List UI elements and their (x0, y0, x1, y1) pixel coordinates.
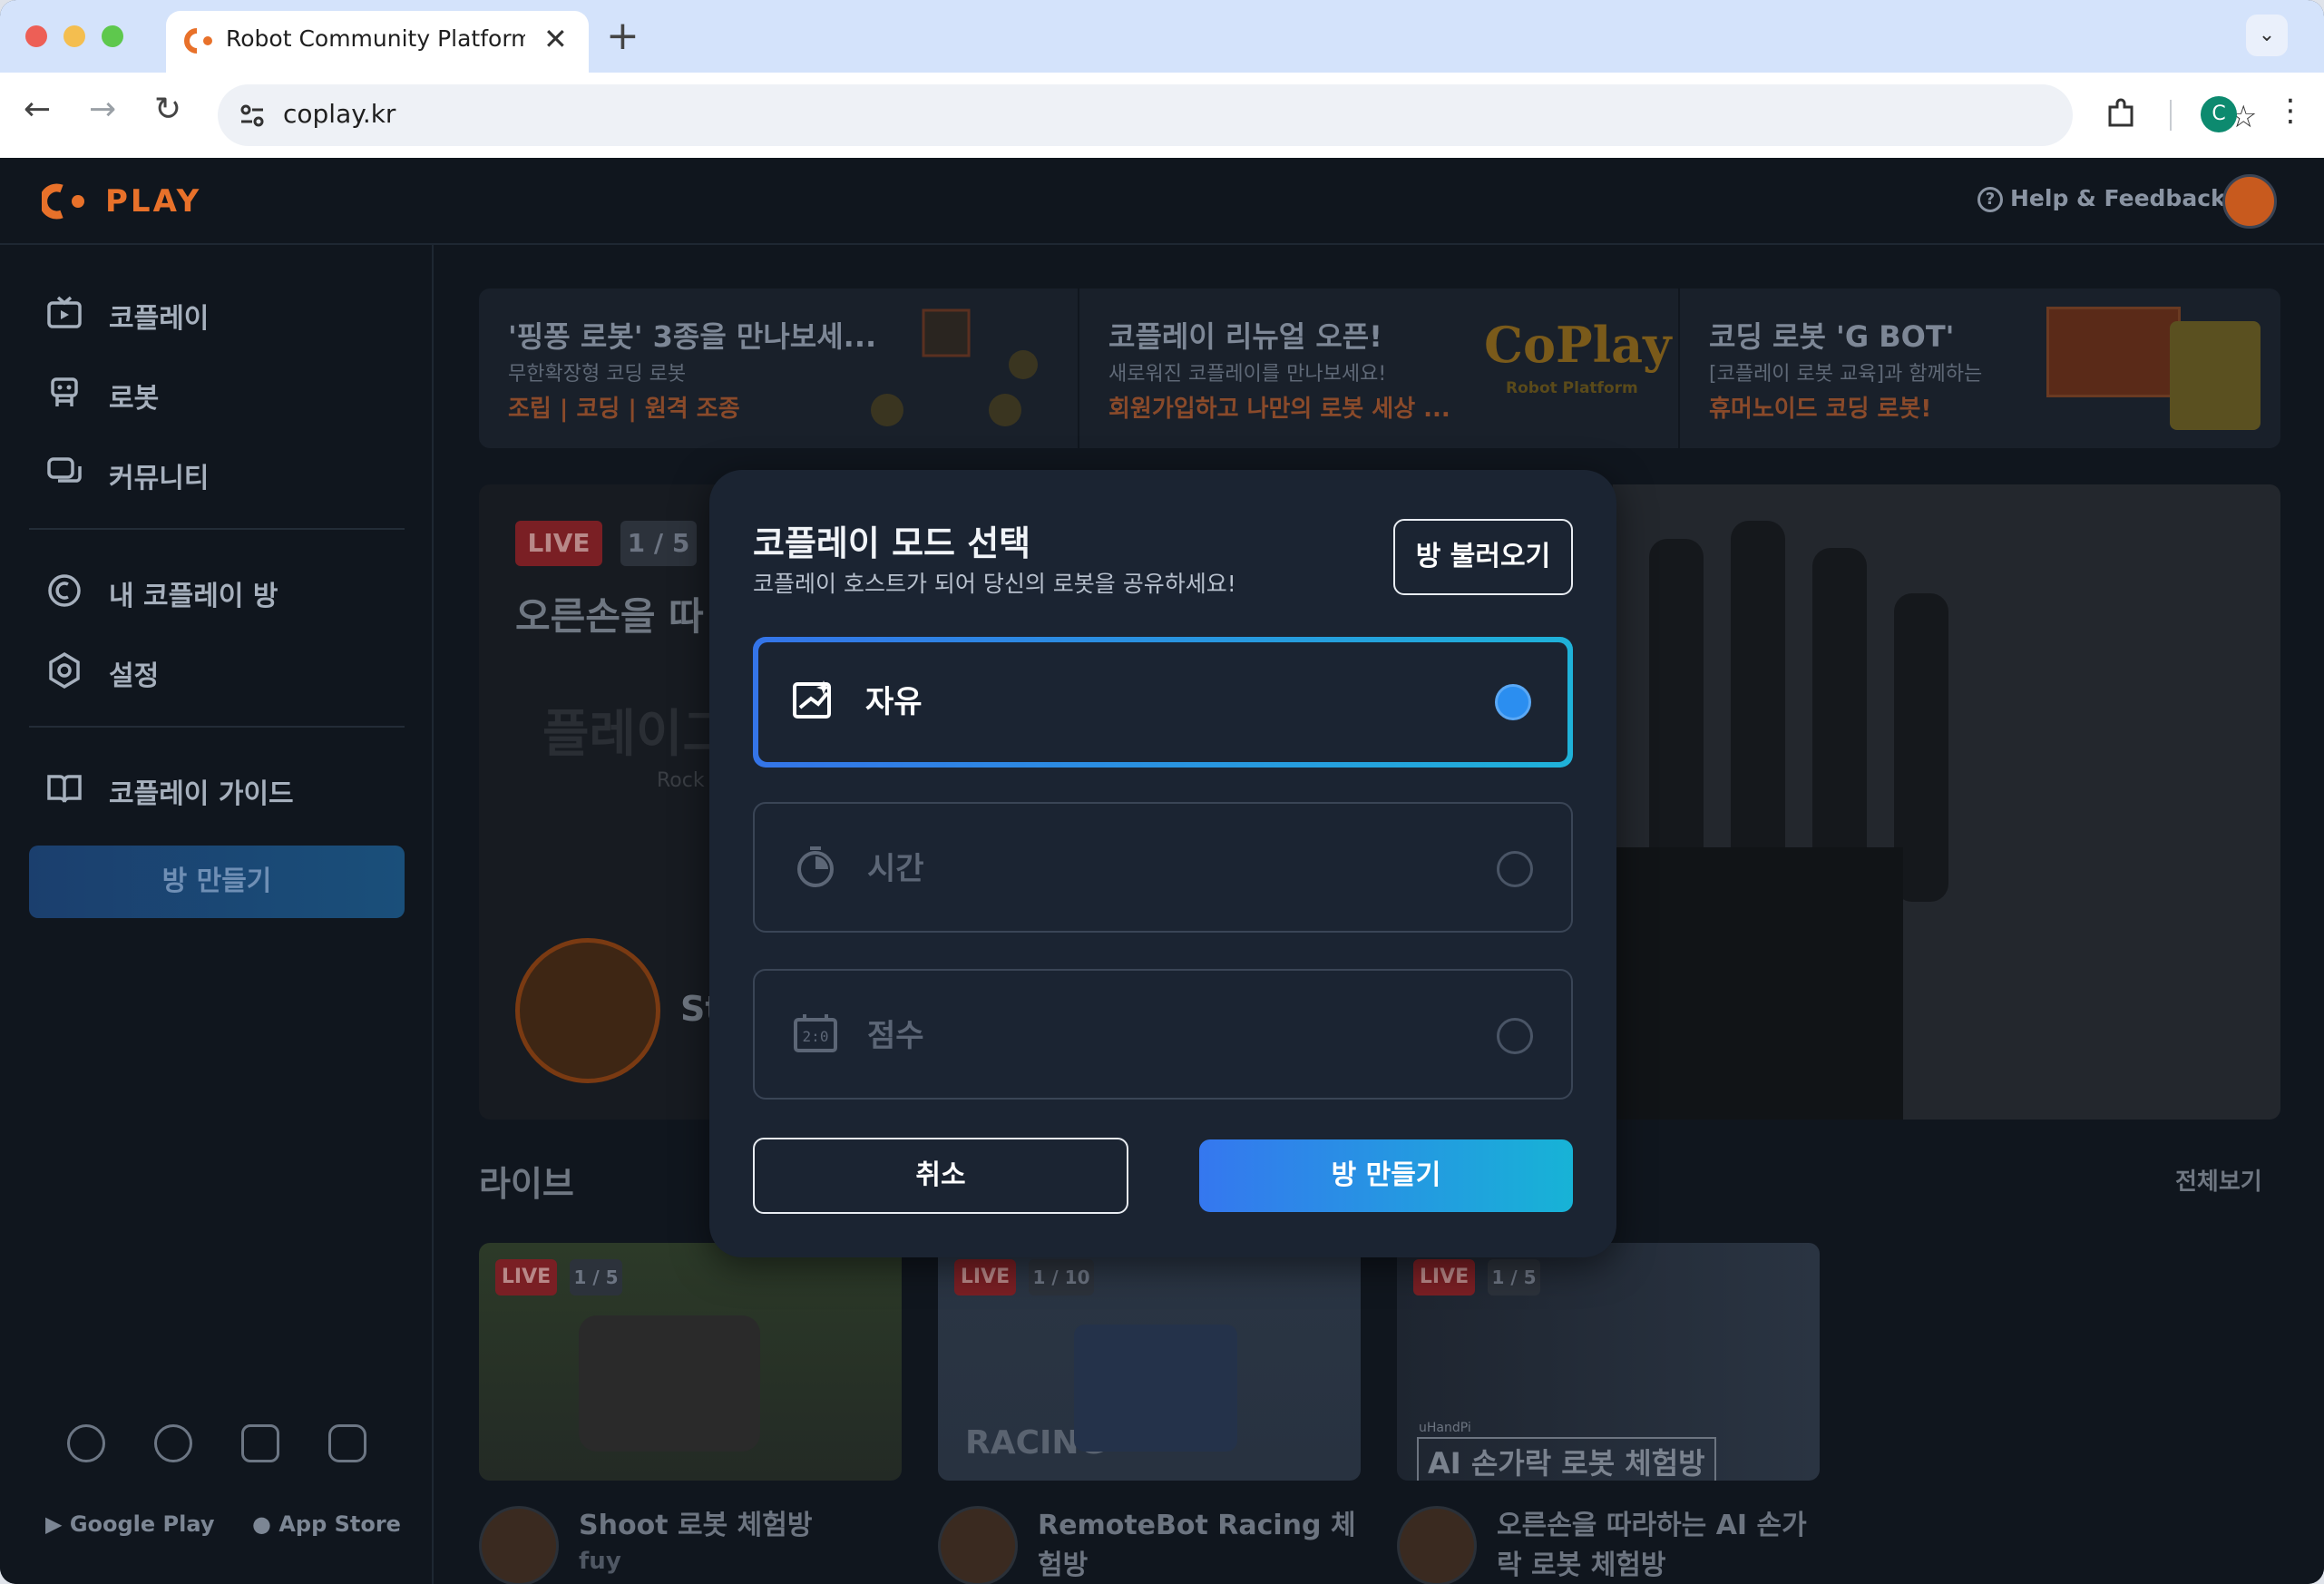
coplay-banner-logo: CoPlay (1484, 316, 1672, 374)
sidebar-item-settings[interactable]: 설정 (45, 648, 408, 693)
mode-option-score[interactable]: 2:0 점수 (753, 969, 1573, 1100)
toolbar-separator (2170, 100, 2172, 131)
robot-hand-image (1613, 484, 2280, 1120)
racing-robot-image (1074, 1325, 1237, 1452)
host-avatar (479, 1506, 559, 1584)
tab-title: Robot Community Platform - C (226, 25, 525, 52)
user-avatar[interactable] (2222, 174, 2277, 229)
browser-window: Robot Community Platform - C ✕ + ⌄ ← → ↻… (0, 0, 2324, 1584)
browser-toolbar: ← → ↻ coplay.kr ☆ C ⋮ (0, 73, 2324, 158)
browser-menu-icon[interactable]: ⋮ (2275, 93, 2306, 129)
browser-tab[interactable]: Robot Community Platform - C ✕ (166, 11, 589, 73)
host-avatar (1397, 1506, 1477, 1584)
sidebar-create-room-button[interactable]: 방 만들기 (29, 846, 405, 918)
coplay-logo[interactable]: PLAY (42, 180, 214, 223)
room-thumbnail: LIVE 1 / 5 (479, 1243, 902, 1481)
coplay-favicon-icon (184, 28, 212, 54)
room-thumbnail: LIVE 1 / 5 uHandPi AI 손가락 로봇 체험방 (1397, 1243, 1820, 1481)
coplay-logo-icon (42, 183, 84, 220)
sidebar-item-robot[interactable]: 로봇 (45, 370, 408, 416)
sidebar-divider (29, 528, 405, 530)
shoot-robot-image (579, 1315, 760, 1452)
radio-unselected[interactable] (1497, 1018, 1533, 1054)
tab-strip: Robot Community Platform - C ✕ + ⌄ (0, 0, 2324, 73)
pingpong-robot-image (871, 308, 1038, 426)
minimize-window-button[interactable] (63, 25, 85, 47)
profile-avatar[interactable]: C (2201, 96, 2237, 132)
blog-icon[interactable] (67, 1424, 105, 1462)
gbot-robot-image (2170, 321, 2261, 430)
help-icon: ? (1977, 187, 2003, 212)
google-play-link[interactable]: ▶ Google Play (45, 1511, 214, 1537)
book-icon (47, 775, 82, 803)
sidebar-item-my-room[interactable]: 내 코플레이 방 (45, 568, 408, 613)
view-all-link[interactable]: 전체보기 (2175, 1163, 2262, 1197)
gear-icon (49, 651, 80, 689)
mode-select-modal: 코플레이 모드 선택 코플레이 호스트가 되어 당신의 로봇을 공유하세요! 방… (709, 470, 1616, 1257)
mode-option-time[interactable]: 시간 (753, 802, 1573, 933)
live-section-title: 라이브 (479, 1164, 574, 1204)
tab-close-icon[interactable]: ✕ (543, 22, 568, 56)
sidebar-divider (29, 726, 405, 728)
robot-hand-illustration (1613, 521, 1948, 1120)
facebook-icon[interactable] (154, 1424, 192, 1462)
hero-title: 오른손을 따 (515, 594, 704, 639)
gbot-banner-image (2046, 307, 2181, 397)
apple-icon: ● (252, 1511, 271, 1537)
viewer-count-badge: 1 / 5 (620, 521, 697, 566)
modal-title: 코플레이 모드 선택 (753, 523, 1031, 563)
cancel-button[interactable]: 취소 (753, 1138, 1128, 1214)
banner-card[interactable]: 코딩 로봇 'G BOT' [코플레이 로봇 교육]과 함께하는 휴머노이드 코… (1680, 288, 2280, 448)
load-room-button[interactable]: 방 불러오기 (1393, 519, 1573, 595)
youtube-icon[interactable] (241, 1424, 279, 1462)
sidebar: 코플레이 로봇 커뮤니티 내 코플레이 방 설정 코플레이 가이드 방 만들기 … (0, 245, 434, 1584)
tab-search-button[interactable]: ⌄ (2246, 15, 2288, 56)
extensions-icon[interactable] (2104, 98, 2137, 131)
sidebar-item-guide[interactable]: 코플레이 가이드 (45, 766, 408, 811)
mode-option-free[interactable]: 자유 (753, 637, 1573, 768)
back-icon[interactable]: ← (24, 91, 51, 128)
chat-icon (47, 457, 82, 483)
reload-icon[interactable]: ↻ (154, 91, 181, 128)
robot-icon (51, 377, 78, 406)
svg-text:2:0: 2:0 (803, 1028, 829, 1045)
coplay-room-icon (48, 574, 81, 607)
free-mode-icon (793, 680, 831, 719)
close-window-button[interactable] (25, 25, 47, 47)
promo-banner: '핑퐁 로봇' 3종을 만나보세... 무한확장형 코딩 로봇 조립 | 코딩 … (479, 288, 2280, 448)
radio-unselected[interactable] (1497, 851, 1533, 887)
sidebar-item-coplay[interactable]: 코플레이 (45, 290, 408, 336)
app-header: PLAY ? Help & Feedback (0, 158, 2324, 245)
app-store-link[interactable]: ● App Store (252, 1511, 401, 1537)
forward-icon[interactable]: → (89, 91, 116, 128)
modal-subtitle: 코플레이 호스트가 되어 당신의 로봇을 공유하세요! (753, 571, 1236, 597)
site-settings-icon[interactable] (236, 99, 269, 132)
new-tab-button[interactable]: + (606, 13, 640, 59)
url-text: coplay.kr (283, 99, 396, 129)
sidebar-item-community[interactable]: 커뮤니티 (45, 450, 408, 495)
banner-card[interactable]: '핑퐁 로봇' 3종을 만나보세... 무한확장형 코딩 로봇 조립 | 코딩 … (479, 288, 1079, 448)
address-bar[interactable]: coplay.kr ☆ (218, 84, 2257, 146)
logo-text: PLAY (105, 183, 202, 220)
help-feedback-link[interactable]: ? Help & Feedback (1977, 185, 2226, 212)
tv-icon (47, 296, 82, 328)
radio-selected[interactable] (1495, 684, 1531, 720)
banner-card[interactable]: 코플레이 리뉴얼 오픈! 새로워진 코플레이를 만나보세요! 회원가입하고 나만… (1079, 288, 1680, 448)
host-avatar (515, 938, 660, 1083)
scoreboard-icon: 2:0 (794, 1014, 837, 1052)
host-avatar (938, 1506, 1018, 1584)
create-room-button[interactable]: 방 만들기 (1199, 1139, 1573, 1212)
google-play-icon: ▶ (45, 1511, 63, 1537)
room-thumbnail: LIVE 1 / 10 RACING (938, 1243, 1361, 1481)
maximize-window-button[interactable] (102, 25, 123, 47)
stopwatch-icon (797, 846, 834, 887)
live-badge: LIVE (515, 521, 602, 566)
instagram-icon[interactable] (328, 1424, 366, 1462)
